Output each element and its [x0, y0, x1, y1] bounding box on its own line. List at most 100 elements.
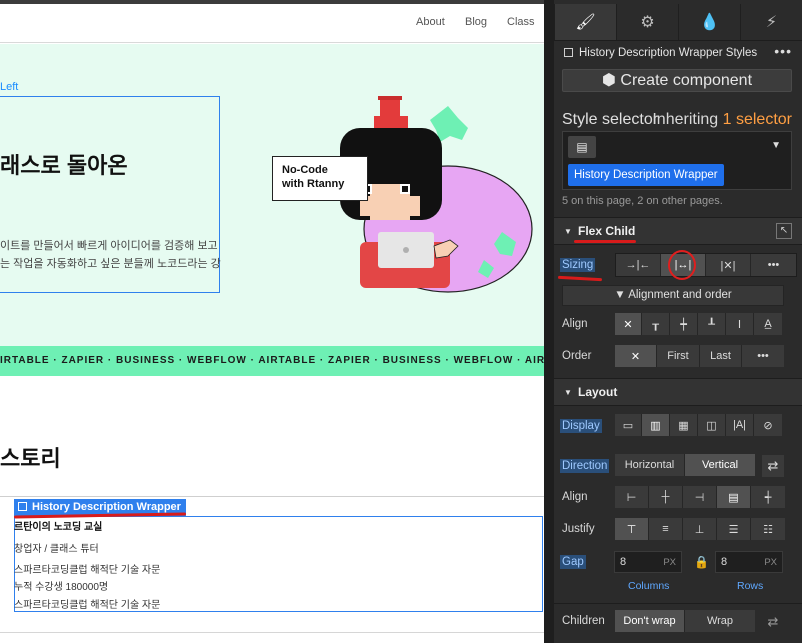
reverse-wrap-icon[interactable]: ⇄ — [763, 612, 783, 632]
tab-style-manager[interactable]: 💧 — [678, 4, 740, 40]
collapse-triangle-icon[interactable]: ▼ — [564, 388, 572, 397]
rows-label: Rows — [737, 580, 764, 592]
wrap-button[interactable]: Wrap — [685, 610, 755, 632]
gap-rows-input[interactable]: 8 PX — [715, 551, 783, 573]
layout-section-header[interactable]: ▼ Layout — [554, 378, 802, 406]
direction-control: Horizontal Vertical — [615, 454, 755, 476]
more-options-icon[interactable]: ••• — [751, 254, 796, 276]
create-component-button[interactable]: ⬢ Create component — [562, 69, 792, 92]
display-flex-icon[interactable]: ▥ — [642, 414, 670, 436]
marquee-text: IRTABLE · ZAPIER · BUSINESS · WEBFLOW · … — [0, 355, 544, 366]
bubble-line: No-Code — [282, 164, 328, 176]
align-self-control: ✕ ┰ ┿ ┸ Ⅰ A̲ — [615, 313, 782, 335]
designer-canvas[interactable]: About Blog Class Left 래스로 돌아온 이트를 만들어서 빠… — [0, 0, 544, 643]
justify-space-around-icon[interactable]: ☷ — [751, 518, 785, 540]
tab-interactions[interactable]: ⚡ — [740, 4, 802, 40]
children-wrap-control: Don't wrap Wrap — [615, 610, 755, 632]
direction-vertical-button[interactable]: Vertical — [685, 454, 755, 476]
expand-arrow-icon[interactable]: ↖ — [776, 223, 792, 239]
layout-title: Layout — [578, 385, 618, 399]
element-icon — [18, 502, 27, 511]
collapse-triangle-icon[interactable]: ▼ — [564, 227, 572, 236]
class-chip[interactable]: History Description Wrapper — [568, 164, 724, 186]
no-shrink-icon[interactable]: |✕| — [706, 254, 751, 276]
section-divider — [0, 632, 544, 633]
inheriting-prefix: Inheriting — [652, 111, 719, 128]
justify-control: ⊤ ≡ ⊥ ☰ ☷ — [615, 518, 785, 540]
align-items-center-icon[interactable]: ┼ — [649, 486, 683, 508]
align-end-icon[interactable]: ┸ — [698, 313, 726, 335]
lightning-icon: ⚡ — [765, 14, 778, 31]
alignment-and-order-label: Alignment and order — [628, 289, 732, 301]
reverse-direction-icon[interactable]: ⇄ — [762, 455, 784, 477]
order-first-button[interactable]: First — [657, 345, 700, 367]
display-inline-block-icon[interactable]: ◫ — [698, 414, 726, 436]
hero-description[interactable]: 이트를 만들어서 빠르게 아이디어를 검증해 보고 는 작업을 자동화하고 싶은… — [0, 237, 221, 273]
selector-picker-icon[interactable]: ▤ — [568, 136, 596, 158]
red-annotation-circle — [668, 250, 696, 280]
nav-link-class[interactable]: Class — [507, 16, 535, 28]
style-selector-field[interactable]: ▤ ▼ History Description Wrapper — [562, 131, 792, 190]
history-line[interactable]: 스파르타코딩클럽 해적단 기술 자문 — [14, 561, 160, 576]
nav-link-blog[interactable]: Blog — [465, 16, 487, 28]
inheriting-count[interactable]: 1 selector — [723, 111, 792, 128]
align-baseline-icon[interactable]: A̲ — [754, 313, 782, 335]
hero-title[interactable]: 래스로 돌아온 — [0, 148, 128, 180]
align-items-control: ⊢ ┼ ⊣ ▤ ┽ — [615, 486, 785, 508]
selector-usage-text: 5 on this page, 2 on other pages. — [562, 195, 723, 207]
shrink-icon[interactable]: →|← — [616, 254, 661, 276]
align-none-icon[interactable]: ✕ — [615, 313, 642, 335]
order-none-icon[interactable]: ✕ — [615, 345, 657, 367]
gap-columns-input[interactable]: 8 PX — [614, 551, 682, 573]
hero-section[interactable]: Left 래스로 돌아온 이트를 만들어서 빠르게 아이디어를 검증해 보고 는… — [0, 44, 544, 346]
element-icon — [564, 48, 573, 57]
gap-unit[interactable]: PX — [663, 557, 676, 568]
direction-label[interactable]: Direction — [560, 459, 610, 473]
speech-bubble[interactable]: No-Code with Rtanny — [272, 156, 368, 201]
layout-align-label: Align — [562, 491, 588, 503]
order-label: Order — [562, 350, 592, 362]
align-items-stretch-icon[interactable]: ▤ — [717, 486, 751, 508]
display-none-icon[interactable]: ⊘ — [754, 414, 782, 436]
justify-center-icon[interactable]: ≡ — [649, 518, 683, 540]
align-items-end-icon[interactable]: ⊣ — [683, 486, 717, 508]
alignment-and-order-toggle[interactable]: ▼ Alignment and order — [562, 285, 784, 306]
display-grid-icon[interactable]: ▦ — [670, 414, 698, 436]
sizing-label[interactable]: Sizing — [560, 258, 596, 272]
hero-tag: Left — [0, 81, 19, 93]
history-line[interactable]: 창업자 / 클래스 튜터 — [14, 540, 99, 555]
align-center-icon[interactable]: ┿ — [670, 313, 698, 335]
display-inline-icon[interactable]: |A| — [726, 414, 754, 436]
align-start-icon[interactable]: ┰ — [642, 313, 670, 335]
chevron-down-icon[interactable]: ▼ — [771, 140, 781, 151]
gap-label[interactable]: Gap — [560, 555, 586, 569]
gap-unit[interactable]: PX — [764, 557, 777, 568]
justify-start-icon[interactable]: ⊤ — [615, 518, 649, 540]
dont-wrap-button[interactable]: Don't wrap — [615, 610, 685, 632]
justify-end-icon[interactable]: ⊥ — [683, 518, 717, 540]
more-options-icon[interactable]: ••• — [742, 345, 784, 367]
lock-icon[interactable]: 🔒 — [694, 555, 709, 569]
history-line[interactable]: 누적 수강생 180000명 — [14, 578, 108, 593]
nav-link-about[interactable]: About — [416, 16, 445, 28]
justify-space-between-icon[interactable]: ☰ — [717, 518, 751, 540]
display-block-icon[interactable]: ▭ — [615, 414, 642, 436]
marquee-band[interactable]: IRTABLE · ZAPIER · BUSINESS · WEBFLOW · … — [0, 346, 544, 376]
align-items-start-icon[interactable]: ⊢ — [615, 486, 649, 508]
history-line[interactable]: 스파르타코딩클럽 해적단 기술 자문 — [14, 596, 160, 611]
tab-settings[interactable]: ⚙ — [616, 4, 678, 40]
history-title[interactable]: 스토리 — [0, 441, 61, 473]
align-stretch-icon[interactable]: Ⅰ — [726, 313, 754, 335]
display-control: ▭ ▥ ▦ ◫ |A| ⊘ — [615, 414, 782, 436]
history-line[interactable]: 르탄이의 노코딩 교실 — [14, 518, 102, 533]
tab-style[interactable]: 🖌 — [554, 4, 616, 40]
display-label[interactable]: Display — [560, 419, 602, 433]
direction-horizontal-button[interactable]: Horizontal — [615, 454, 685, 476]
inheriting-info[interactable]: Inheriting 1 selector — [652, 111, 792, 129]
align-items-baseline-icon[interactable]: ┽ — [751, 486, 785, 508]
order-last-button[interactable]: Last — [700, 345, 742, 367]
more-options-icon[interactable]: ••• — [774, 43, 792, 59]
panel-splitter[interactable] — [544, 0, 554, 643]
rtanny-illustration[interactable] — [280, 96, 540, 316]
flex-child-align-label: Align — [562, 318, 588, 330]
